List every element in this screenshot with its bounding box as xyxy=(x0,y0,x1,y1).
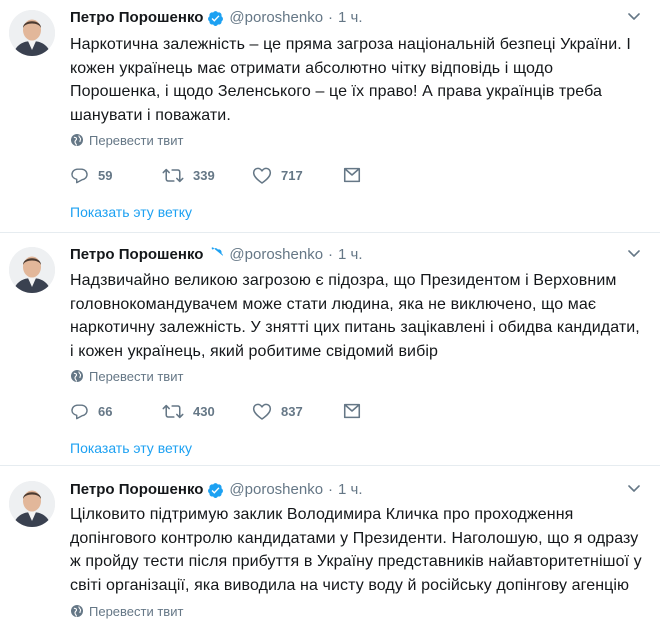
retweet-count: 430 xyxy=(193,403,215,419)
dm-icon xyxy=(343,167,361,183)
reply-count: 66 xyxy=(98,403,113,419)
tweet-3[interactable]: Петро Порошенко @poroshenko · 1 ч. Цілко… xyxy=(0,466,660,619)
translate-label: Перевести твит xyxy=(89,132,184,148)
chevron-down-icon[interactable] xyxy=(626,8,642,24)
author-name[interactable]: Петро Порошенко xyxy=(70,479,203,501)
chevron-down-icon[interactable] xyxy=(626,480,642,496)
translate-link[interactable]: Перевести твит xyxy=(70,131,183,149)
translate-link[interactable]: Перевести твит xyxy=(70,602,183,620)
like-button[interactable]: 717 xyxy=(252,166,342,185)
tweet-header: Петро Порошенко @poroshenko · 1 ч. xyxy=(70,7,363,29)
like-icon xyxy=(252,167,272,184)
tweet-text: Надзвичайно великою загрозою є підозра, … xyxy=(70,272,640,360)
retweet-count: 339 xyxy=(193,167,215,183)
avatar[interactable] xyxy=(9,481,55,527)
translate-label: Перевести твит xyxy=(89,368,184,384)
separator: · xyxy=(328,246,334,263)
verified-badge-icon xyxy=(208,10,224,26)
tweet-text: Цілковито підтримую заклик Володимира Кл… xyxy=(70,506,642,594)
translate-link[interactable]: Перевести твит xyxy=(70,367,183,385)
dm-icon xyxy=(343,403,361,419)
like-icon xyxy=(252,403,272,420)
chevron-down-icon[interactable] xyxy=(626,245,642,261)
timestamp[interactable]: 1 ч. xyxy=(338,479,363,501)
globe-icon xyxy=(71,370,83,382)
tweet-actions: 66 430 837 xyxy=(70,399,371,423)
author-name[interactable]: Петро Порошенко xyxy=(70,7,203,29)
avatar[interactable] xyxy=(9,247,55,293)
globe-icon xyxy=(71,605,83,617)
author-handle[interactable]: @poroshenko xyxy=(229,479,323,501)
globe-icon xyxy=(71,134,83,146)
author-name[interactable]: Петро Порошенко xyxy=(70,244,203,266)
retweet-button[interactable]: 430 xyxy=(162,402,252,421)
avatar[interactable] xyxy=(9,10,55,56)
translate-label: Перевести твит xyxy=(89,603,184,619)
retweet-icon xyxy=(162,168,184,182)
dm-button[interactable] xyxy=(342,165,371,185)
reply-button[interactable]: 59 xyxy=(70,166,162,185)
tweet-actions: 59 339 717 xyxy=(70,163,371,187)
tweet-1[interactable]: Петро Порошенко @poroshenko · 1 ч. Нарко… xyxy=(0,0,660,233)
separator: · xyxy=(328,9,334,26)
timestamp[interactable]: 1 ч. xyxy=(338,244,363,266)
like-count: 717 xyxy=(281,167,303,183)
tweet-2[interactable]: Петро Порошенко @poroshenko · 1 ч. Надзв… xyxy=(0,233,660,466)
retweet-icon xyxy=(162,404,184,418)
tweet-header: Петро Порошенко @poroshenko · 1 ч. xyxy=(70,244,363,266)
like-button[interactable]: 837 xyxy=(252,402,342,421)
show-thread-link[interactable]: Показать эту ветку xyxy=(70,438,192,458)
tweet-header: Петро Порошенко @poroshenko · 1 ч. xyxy=(70,479,363,501)
timestamp[interactable]: 1 ч. xyxy=(338,7,363,29)
like-count: 837 xyxy=(281,403,303,419)
separator: · xyxy=(328,481,334,498)
author-handle[interactable]: @poroshenko xyxy=(229,7,323,29)
verified-badge-icon xyxy=(211,246,224,259)
author-handle[interactable]: @poroshenko xyxy=(229,244,323,266)
reply-icon xyxy=(71,167,88,183)
reply-button[interactable]: 66 xyxy=(70,402,162,421)
show-thread-link[interactable]: Показать эту ветку xyxy=(70,202,192,222)
tweet-text: Наркотична залежність – це пряма загроза… xyxy=(70,36,631,124)
retweet-button[interactable]: 339 xyxy=(162,166,252,185)
reply-count: 59 xyxy=(98,167,113,183)
reply-icon xyxy=(71,403,88,419)
verified-badge-icon xyxy=(208,482,224,498)
dm-button[interactable] xyxy=(342,401,371,421)
